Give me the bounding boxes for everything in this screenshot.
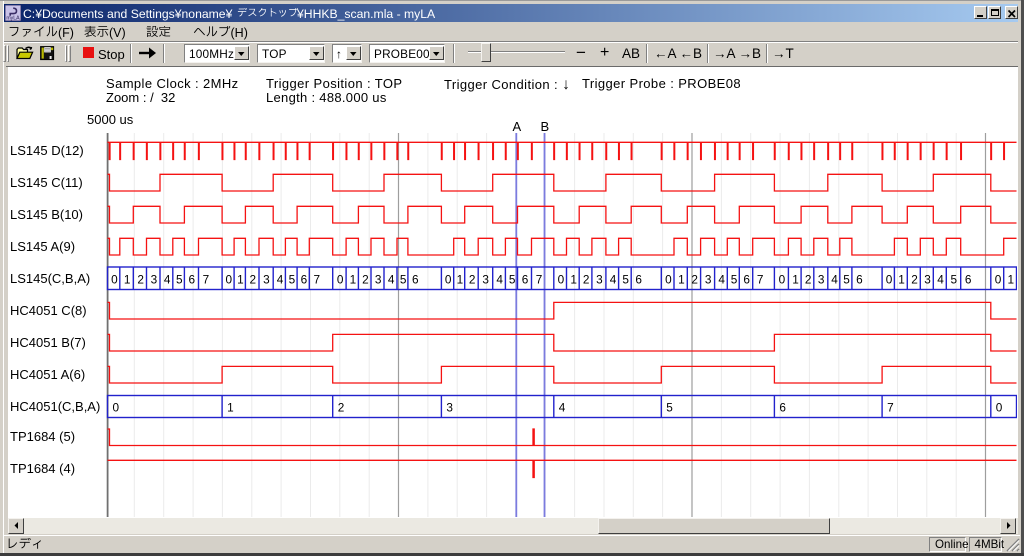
- svg-text:7: 7: [536, 272, 543, 286]
- svg-text:0: 0: [445, 272, 452, 286]
- svg-text:4: 4: [496, 272, 503, 286]
- svg-text:2: 2: [469, 272, 476, 286]
- svg-text:6: 6: [743, 272, 750, 286]
- svg-text:1: 1: [1008, 272, 1015, 286]
- svg-text:5: 5: [622, 272, 629, 286]
- svg-text:1: 1: [457, 272, 464, 286]
- svg-text:1: 1: [570, 272, 577, 286]
- svg-text:7: 7: [203, 272, 210, 286]
- svg-text:2: 2: [250, 272, 257, 286]
- svg-text:4: 4: [610, 272, 617, 286]
- svg-text:3: 3: [151, 272, 158, 286]
- svg-text:5: 5: [731, 272, 738, 286]
- svg-text:2: 2: [338, 400, 345, 414]
- svg-text:3: 3: [446, 400, 453, 414]
- svg-text:7: 7: [757, 272, 764, 286]
- svg-text:6: 6: [412, 272, 419, 286]
- svg-text:2: 2: [911, 272, 918, 286]
- svg-text:5: 5: [176, 272, 183, 286]
- svg-text:3: 3: [818, 272, 825, 286]
- svg-text:0: 0: [111, 272, 118, 286]
- svg-text:4: 4: [937, 272, 944, 286]
- svg-text:4: 4: [164, 272, 171, 286]
- svg-text:7: 7: [314, 272, 321, 286]
- svg-text:0: 0: [779, 272, 786, 286]
- svg-text:3: 3: [705, 272, 712, 286]
- svg-text:1: 1: [898, 272, 905, 286]
- svg-text:2: 2: [691, 272, 698, 286]
- svg-text:4: 4: [831, 272, 838, 286]
- svg-text:5: 5: [666, 400, 673, 414]
- svg-text:3: 3: [263, 272, 270, 286]
- svg-text:0: 0: [113, 400, 120, 414]
- svg-text:1: 1: [350, 272, 357, 286]
- svg-text:4: 4: [277, 272, 284, 286]
- svg-text:2: 2: [805, 272, 812, 286]
- svg-text:4: 4: [718, 272, 725, 286]
- svg-text:6: 6: [856, 272, 863, 286]
- svg-text:1: 1: [227, 400, 234, 414]
- svg-text:7: 7: [887, 400, 894, 414]
- svg-text:1: 1: [792, 272, 799, 286]
- svg-text:5: 5: [843, 272, 850, 286]
- svg-text:6: 6: [635, 272, 642, 286]
- svg-text:5: 5: [289, 272, 296, 286]
- svg-text:3: 3: [375, 272, 382, 286]
- svg-text:4: 4: [388, 272, 395, 286]
- svg-text:5: 5: [509, 272, 516, 286]
- svg-text:3: 3: [924, 272, 931, 286]
- svg-text:0: 0: [996, 400, 1003, 414]
- svg-text:3: 3: [482, 272, 489, 286]
- svg-text:0: 0: [665, 272, 672, 286]
- svg-text:0: 0: [558, 272, 565, 286]
- svg-text:6: 6: [301, 272, 308, 286]
- svg-text:6: 6: [779, 400, 786, 414]
- svg-text:1: 1: [237, 272, 244, 286]
- svg-text:2: 2: [362, 272, 369, 286]
- svg-text:4: 4: [559, 400, 566, 414]
- svg-text:0: 0: [337, 272, 344, 286]
- svg-text:5: 5: [400, 272, 407, 286]
- svg-text:0: 0: [995, 272, 1002, 286]
- svg-text:1: 1: [678, 272, 685, 286]
- svg-text:1: 1: [124, 272, 131, 286]
- svg-text:6: 6: [965, 272, 972, 286]
- svg-text:0: 0: [226, 272, 233, 286]
- svg-text:3: 3: [596, 272, 603, 286]
- svg-text:0: 0: [886, 272, 893, 286]
- svg-text:2: 2: [137, 272, 144, 286]
- svg-text:5: 5: [951, 272, 958, 286]
- svg-text:6: 6: [522, 272, 529, 286]
- svg-text:6: 6: [189, 272, 196, 286]
- svg-text:2: 2: [583, 272, 590, 286]
